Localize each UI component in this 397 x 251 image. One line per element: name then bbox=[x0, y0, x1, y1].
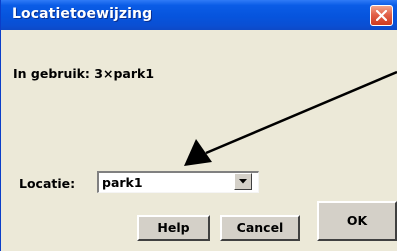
arrow-annotation bbox=[184, 70, 397, 166]
